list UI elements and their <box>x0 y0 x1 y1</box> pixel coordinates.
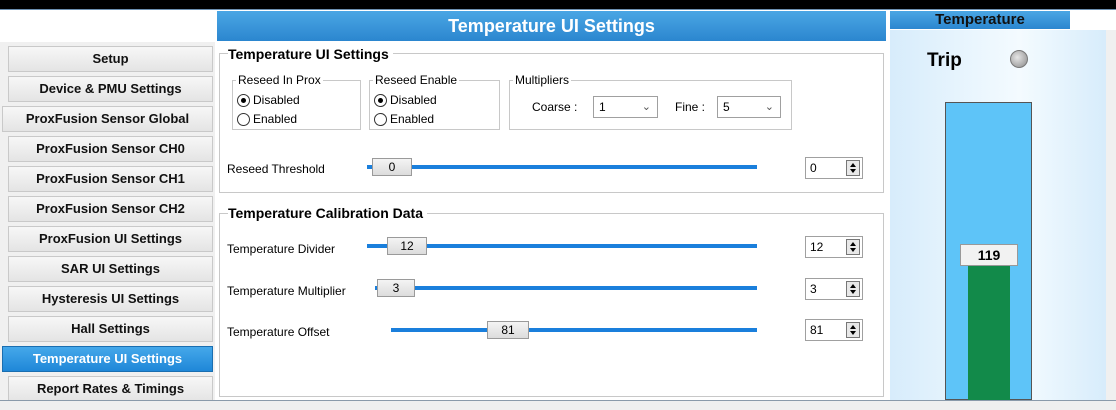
reseed-threshold-spinbox[interactable]: 0 <box>805 157 863 179</box>
status-bar <box>0 400 1116 410</box>
sidebar-item[interactable]: ProxFusion Sensor CH2 <box>8 196 213 222</box>
radio-selected-icon <box>237 93 250 107</box>
sidebar-item[interactable]: Hysteresis UI Settings <box>8 286 213 312</box>
calibration-group-box <box>219 213 884 397</box>
reseed-enable-enabled-radio[interactable]: Enabled <box>374 110 434 128</box>
temperature-reading: 119 <box>960 244 1018 266</box>
sidebar-item[interactable]: Setup <box>8 46 213 72</box>
multipliers-group: Multipliers Coarse : 1 ⌄ Fine : 5 ⌄ <box>509 73 792 130</box>
temperature-gauge-fill <box>968 265 1010 400</box>
coarse-select[interactable]: 1 ⌄ <box>593 96 658 118</box>
coarse-label: Coarse : <box>532 100 578 114</box>
top-edge-line <box>0 9 1116 10</box>
sidebar-item[interactable]: Temperature UI Settings <box>2 346 213 372</box>
radio-selected-icon <box>374 93 387 107</box>
spin-arrows-icon[interactable] <box>846 239 860 255</box>
temperature-multiplier-label: Temperature Multiplier <box>227 284 346 298</box>
reseed-enable-title: Reseed Enable <box>373 73 460 87</box>
multipliers-title: Multipliers <box>513 73 572 87</box>
sidebar-item[interactable]: Device & PMU Settings <box>8 76 213 102</box>
temperature-offset-spinbox[interactable]: 81 <box>805 319 863 341</box>
temperature-offset-slider[interactable] <box>391 328 757 332</box>
temperature-panel-title: Temperature <box>890 11 1070 29</box>
chevron-down-icon: ⌄ <box>764 101 774 113</box>
sidebar-item[interactable]: ProxFusion Sensor CH0 <box>8 136 213 162</box>
spin-arrows-icon[interactable] <box>846 281 860 297</box>
temperature-multiplier-spinbox[interactable]: 3 <box>805 278 863 300</box>
reseed-enable-group: Reseed Enable Disabled Enabled <box>369 73 500 130</box>
reseed-threshold-label: Reseed Threshold <box>227 162 325 176</box>
sidebar-item[interactable]: Hall Settings <box>8 316 213 342</box>
top-edge <box>0 0 1116 9</box>
temperature-offset-slider-handle[interactable]: 81 <box>487 321 529 339</box>
page-title: Temperature UI Settings <box>217 11 886 41</box>
radio-unselected-icon <box>374 112 387 126</box>
fine-select[interactable]: 5 ⌄ <box>717 96 781 118</box>
reseed-enable-disabled-radio[interactable]: Disabled <box>374 91 437 109</box>
settings-panel: Temperature UI Settings Reseed In Prox D… <box>217 42 886 400</box>
temperature-divider-spinbox[interactable]: 12 <box>805 236 863 258</box>
temperature-multiplier-slider[interactable] <box>375 286 757 290</box>
sidebar-item[interactable]: SAR UI Settings <box>8 256 213 282</box>
sidebar-item[interactable]: ProxFusion Sensor CH1 <box>8 166 213 192</box>
reseed-in-prox-disabled-radio[interactable]: Disabled <box>237 91 300 109</box>
fine-label: Fine : <box>675 100 706 114</box>
reseed-in-prox-group: Reseed In Prox Disabled Enabled <box>232 73 361 130</box>
sidebar-item[interactable]: Report Rates & Timings <box>8 376 213 402</box>
calibration-group-title: Temperature Calibration Data <box>228 205 428 221</box>
temperature-offset-label: Temperature Offset <box>227 325 330 339</box>
reseed-in-prox-enabled-radio[interactable]: Enabled <box>237 110 297 128</box>
chevron-down-icon: ⌄ <box>641 101 651 113</box>
temperature-divider-label: Temperature Divider <box>227 242 336 256</box>
trip-label: Trip <box>927 50 962 71</box>
spin-arrows-icon[interactable] <box>846 160 860 176</box>
reseed-threshold-slider[interactable] <box>367 165 757 169</box>
temperature-divider-slider-handle[interactable]: 12 <box>387 237 427 255</box>
panel-edge <box>1106 30 1116 400</box>
spin-arrows-icon[interactable] <box>846 322 860 338</box>
reseed-threshold-slider-handle[interactable]: 0 <box>372 158 412 176</box>
trip-indicator-icon <box>1010 50 1028 68</box>
temperature-multiplier-slider-handle[interactable]: 3 <box>377 279 415 297</box>
reseed-in-prox-title: Reseed In Prox <box>236 73 323 87</box>
sidebar-item[interactable]: ProxFusion UI Settings <box>8 226 213 252</box>
sidebar-item[interactable]: ProxFusion Sensor Global <box>2 106 213 132</box>
settings-group-title: Temperature UI Settings <box>228 46 393 62</box>
radio-unselected-icon <box>237 112 250 126</box>
